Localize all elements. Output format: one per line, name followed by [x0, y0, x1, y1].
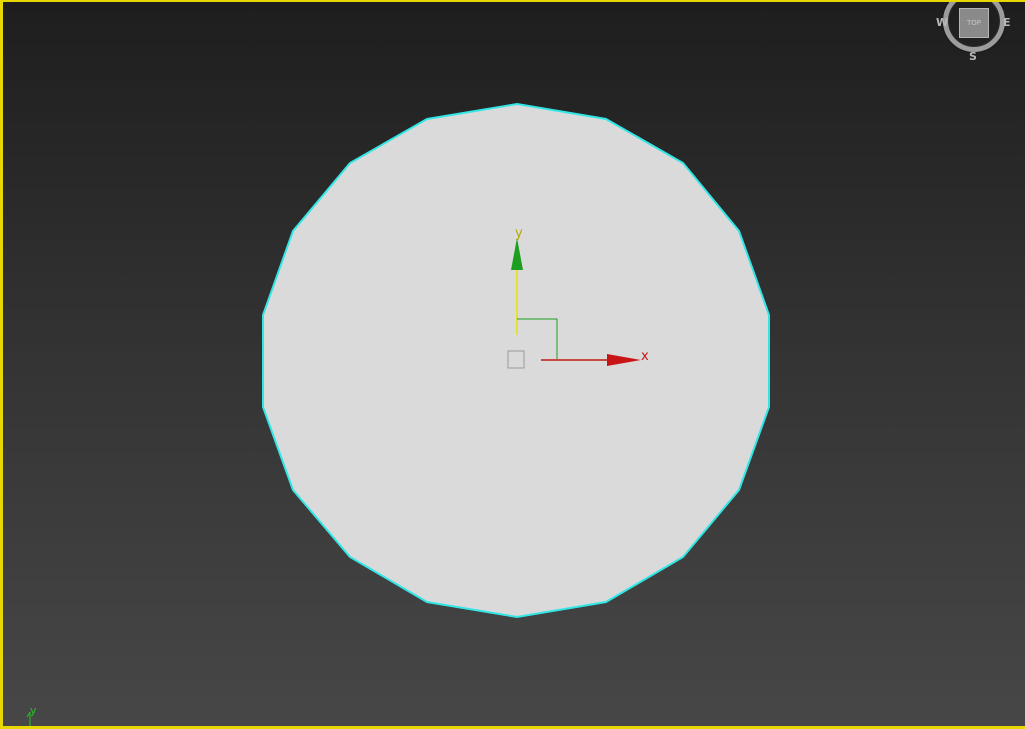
compass-east-label[interactable]: E: [1003, 16, 1011, 29]
selected-polygon-mesh[interactable]: [262, 102, 770, 619]
viewport-top[interactable]: y x TOP W E S y: [0, 0, 1025, 729]
viewcube-top-face[interactable]: TOP: [959, 8, 989, 38]
compass-west-label[interactable]: W: [936, 16, 948, 29]
gizmo-y-label: y: [515, 226, 523, 241]
scene-canvas[interactable]: y x: [3, 2, 1025, 729]
viewcube[interactable]: TOP W E S: [936, 2, 1011, 64]
compass-south-label[interactable]: S: [969, 50, 977, 63]
world-axis-y-label: y: [30, 704, 37, 717]
gizmo-x-label: x: [641, 349, 649, 364]
